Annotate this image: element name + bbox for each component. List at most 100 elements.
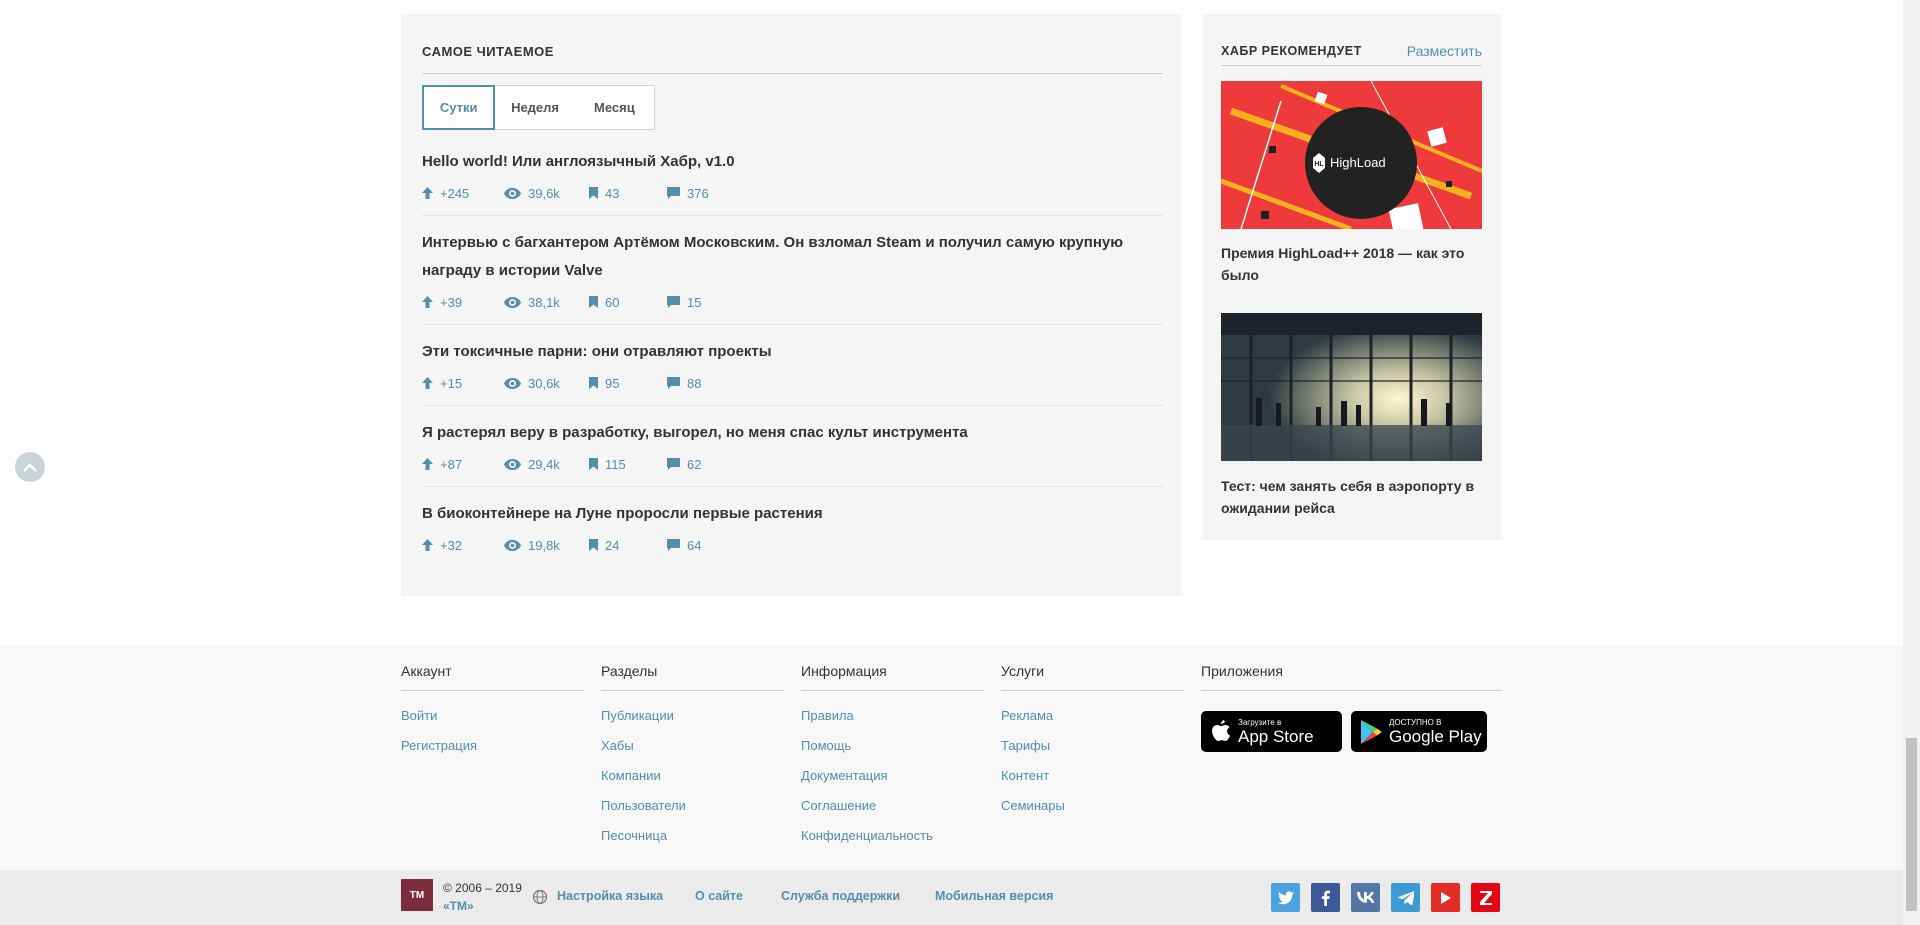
google-play-text: ДОСТУПНО В Google Play xyxy=(1389,717,1482,746)
footer-links: Войти Регистрация xyxy=(401,691,584,761)
footer-link-content[interactable]: Контент xyxy=(1001,761,1184,791)
tab-month[interactable]: Месяц xyxy=(575,86,654,129)
recommend-caption-2[interactable]: Тест: чем занять себя в аэропорту в ожид… xyxy=(1221,475,1482,519)
article-bookmarks[interactable]: 115 xyxy=(589,457,667,472)
article-comments[interactable]: 88 xyxy=(667,376,727,391)
article-title[interactable]: Я растерял веру в разработку, выгорел, н… xyxy=(422,419,1163,447)
article-bookmarks[interactable]: 60 xyxy=(589,295,667,310)
bookmark-icon xyxy=(589,458,598,470)
tab-week[interactable]: Неделя xyxy=(495,86,574,129)
arrow-up-icon xyxy=(422,296,433,308)
comments-count: 15 xyxy=(687,294,702,310)
article-comments[interactable]: 15 xyxy=(667,295,727,310)
footer-link-rules[interactable]: Правила xyxy=(801,701,984,731)
footer-link-seminars[interactable]: Семинары xyxy=(1001,791,1184,821)
footer-link-docs[interactable]: Документация xyxy=(801,761,984,791)
footer-link-tariffs[interactable]: Тарифы xyxy=(1001,731,1184,761)
tm-link[interactable]: «TM» xyxy=(443,897,522,915)
bookmarks-count: 115 xyxy=(605,456,626,472)
article-item: Hello world! Или англоязычный Хабр, v1.0… xyxy=(422,148,1163,216)
language-settings-link[interactable]: Настройка языка xyxy=(557,889,663,903)
airport-test-image[interactable] xyxy=(1221,313,1482,461)
article-views: 29,4k xyxy=(504,457,589,472)
comment-icon xyxy=(667,539,680,551)
footer-link-help[interactable]: Помощь xyxy=(801,731,984,761)
footer-link-ads[interactable]: Реклама xyxy=(1001,701,1184,731)
footer-link-publications[interactable]: Публикации xyxy=(601,701,784,731)
youtube-button[interactable] xyxy=(1431,883,1460,912)
footer-column-account: Аккаунт Войти Регистрация xyxy=(401,663,584,761)
article-comments[interactable]: 376 xyxy=(667,186,727,201)
footer-link-hubs[interactable]: Хабы xyxy=(601,731,784,761)
article-bookmarks[interactable]: 95 xyxy=(589,376,667,391)
apple-icon xyxy=(1212,719,1230,741)
svg-text:HighLoad: HighLoad xyxy=(1330,155,1386,170)
comment-icon xyxy=(667,187,680,199)
article-votes: +87 xyxy=(422,457,504,472)
app-store-text: Загрузите в App Store xyxy=(1238,717,1314,746)
app-store-button[interactable]: Загрузите в App Store xyxy=(1201,711,1342,752)
recommend-caption-1[interactable]: Премия HighLoad++ 2018 — как это было xyxy=(1221,242,1482,286)
telegram-button[interactable] xyxy=(1391,883,1420,912)
footer-heading: Аккаунт xyxy=(401,663,584,691)
highload-promo-image[interactable]: HL HighLoad xyxy=(1221,81,1482,229)
comments-count: 64 xyxy=(687,537,702,553)
bookmark-icon xyxy=(589,377,598,389)
support-link[interactable]: Служба поддержки xyxy=(781,889,900,903)
footer-column-apps: Приложения xyxy=(1201,663,1502,691)
footer-heading: Приложения xyxy=(1201,663,1502,691)
footer-link-login[interactable]: Войти xyxy=(401,701,584,731)
article-title[interactable]: Hello world! Или англоязычный Хабр, v1.0 xyxy=(422,148,1163,176)
bookmarks-count: 60 xyxy=(605,294,620,310)
facebook-button[interactable] xyxy=(1311,883,1340,912)
footer-links: Публикации Хабы Компании Пользователи Пе… xyxy=(601,691,784,851)
place-ad-link[interactable]: Разместить xyxy=(1407,43,1482,59)
article-bookmarks[interactable]: 24 xyxy=(589,538,667,553)
google-play-button[interactable]: ДОСТУПНО В Google Play xyxy=(1351,711,1487,752)
scrollbar-thumb[interactable] xyxy=(1906,738,1917,911)
tab-day[interactable]: Сутки xyxy=(422,85,496,130)
footer-link-privacy[interactable]: Конфиденциальность xyxy=(801,821,984,851)
twitter-icon xyxy=(1277,890,1294,904)
vk-button[interactable] xyxy=(1351,883,1380,912)
chevron-up-icon xyxy=(23,462,37,472)
article-views: 38,1k xyxy=(504,295,589,310)
article-bookmarks[interactable]: 43 xyxy=(589,186,667,201)
footer: Аккаунт Войти Регистрация Разделы Публик… xyxy=(0,645,1903,870)
bookmark-icon xyxy=(589,187,598,199)
article-item: В биоконтейнере на Луне проросли первые … xyxy=(422,500,1163,567)
article-meta: +87 29,4k 115 62 xyxy=(422,455,1163,473)
footer-link-users[interactable]: Пользователи xyxy=(601,791,784,821)
bookmark-icon xyxy=(589,539,598,551)
tm-logo[interactable]: TM xyxy=(401,879,433,911)
bookmarks-count: 43 xyxy=(605,185,620,201)
period-tabs: Сутки Неделя Месяц xyxy=(422,85,655,130)
article-comments[interactable]: 64 xyxy=(667,538,727,553)
twitter-button[interactable] xyxy=(1271,883,1300,912)
recommends-header: ХАБР РЕКОМЕНДУЕТ Разместить xyxy=(1221,32,1482,66)
zen-button[interactable] xyxy=(1471,883,1500,912)
mobile-version-link[interactable]: Мобильная версия xyxy=(935,889,1053,903)
arrow-up-icon xyxy=(422,377,433,389)
footer-link-register[interactable]: Регистрация xyxy=(401,731,584,761)
article-title[interactable]: Эти токсичные парни: они отравляют проек… xyxy=(422,338,1163,366)
scroll-to-top-button[interactable] xyxy=(15,452,45,482)
article-comments[interactable]: 62 xyxy=(667,457,727,472)
votes-count: +245 xyxy=(440,185,470,201)
views-count: 19,8k xyxy=(528,537,560,553)
article-title[interactable]: Интервью с багхантером Артёмом Московски… xyxy=(422,229,1163,285)
footer-link-agreement[interactable]: Соглашение xyxy=(801,791,984,821)
views-count: 29,4k xyxy=(528,456,560,472)
footer-link-sandbox[interactable]: Песочница xyxy=(601,821,784,851)
votes-count: +32 xyxy=(440,537,463,553)
article-title[interactable]: В биоконтейнере на Луне проросли первые … xyxy=(422,500,1163,528)
highload-illustration: HL HighLoad xyxy=(1221,81,1482,229)
votes-count: +39 xyxy=(440,294,463,310)
article-views: 19,8k xyxy=(504,538,589,553)
article-votes: +32 xyxy=(422,538,504,553)
views-count: 30,6k xyxy=(528,375,560,391)
comment-icon xyxy=(667,377,680,389)
footer-link-companies[interactable]: Компании xyxy=(601,761,784,791)
youtube-icon xyxy=(1440,891,1451,904)
about-link[interactable]: О сайте xyxy=(695,889,743,903)
